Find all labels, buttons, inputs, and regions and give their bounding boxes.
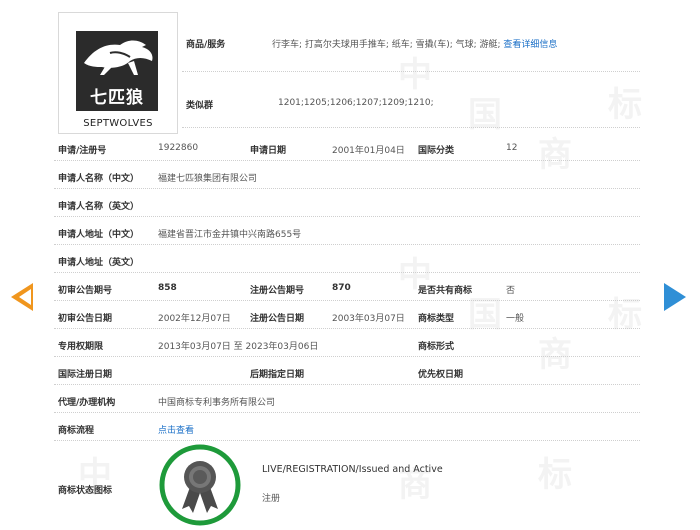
intl-reg-date-label: 国际注册日期 bbox=[58, 370, 113, 380]
prelim-no-label: 初审公告期号 bbox=[58, 286, 113, 296]
similar-group-value: 1201;1205;1206;1207;1209;1210; bbox=[278, 98, 434, 108]
goods-label: 商品/服务 bbox=[186, 40, 226, 50]
applicant-en-label: 申请人名称（英文） bbox=[58, 202, 140, 212]
applicant-cn-value: 福建七匹狼集团有限公司 bbox=[158, 174, 258, 184]
applicant-cn-label: 申请人名称（中文） bbox=[58, 174, 140, 184]
divider bbox=[54, 328, 640, 329]
wolf-icon bbox=[84, 40, 153, 75]
divider bbox=[54, 300, 640, 301]
reg-notice-no-label: 注册公告期号 bbox=[250, 286, 305, 296]
divider bbox=[182, 71, 640, 72]
status-en: LIVE/REGISTRATION/Issued and Active bbox=[262, 464, 443, 475]
divider bbox=[54, 216, 640, 217]
status-cn: 注册 bbox=[262, 494, 281, 504]
shared-label: 是否共有商标 bbox=[418, 286, 473, 296]
shared-value: 否 bbox=[506, 286, 516, 296]
reg-no-value: 1922860 bbox=[158, 143, 199, 153]
logo-mark: 七匹狼 bbox=[76, 31, 158, 111]
trademark-logo: 七匹狼 SEPTWOLVES bbox=[58, 12, 178, 134]
address-en-label: 申请人地址（英文） bbox=[58, 258, 140, 268]
process-label: 商标流程 bbox=[58, 426, 95, 436]
exclusive-period-value: 2013年03月07日 至 2023年03月06日 bbox=[158, 342, 319, 352]
divider bbox=[54, 272, 640, 273]
process-link[interactable]: 点击查看 bbox=[158, 423, 194, 436]
similar-group-label: 类似群 bbox=[186, 101, 214, 111]
prelim-date-label: 初审公告日期 bbox=[58, 314, 113, 324]
mark-form-label: 商标形式 bbox=[418, 342, 455, 352]
logo-text-en: SEPTWOLVES bbox=[83, 118, 153, 129]
logo-text-cn: 七匹狼 bbox=[90, 88, 144, 108]
view-details-link[interactable]: 查看详细信息 bbox=[503, 40, 557, 50]
status-icon-label: 商标状态图标 bbox=[58, 486, 113, 496]
divider bbox=[182, 127, 640, 128]
prelim-date-value: 2002年12月07日 bbox=[158, 314, 231, 324]
divider bbox=[54, 440, 640, 441]
reg-notice-date-value: 2003年03月07日 bbox=[332, 314, 405, 324]
divider bbox=[54, 356, 640, 357]
reg-notice-no-value: 870 bbox=[332, 283, 351, 293]
divider bbox=[54, 188, 640, 189]
agent-label: 代理/办理机构 bbox=[58, 398, 116, 408]
reg-notice-date-label: 注册公告日期 bbox=[250, 314, 305, 324]
reg-no-label: 申请/注册号 bbox=[58, 146, 107, 156]
mark-type-label: 商标类型 bbox=[418, 314, 455, 324]
later-date-label: 后期指定日期 bbox=[250, 370, 305, 380]
trademark-detail: 七匹狼 SEPTWOLVES 商品/服务 行李车; 打高尔夫球用手推车; 纸车;… bbox=[0, 0, 700, 529]
divider bbox=[54, 412, 640, 413]
apply-date-value: 2001年01月04日 bbox=[332, 146, 405, 156]
status-badge bbox=[159, 443, 241, 527]
address-cn-label: 申请人地址（中文） bbox=[58, 230, 140, 240]
goods-value: 行李车; 打高尔夫球用手推车; 纸车; 雪撬(车); 气球; 游艇; 查看详细信… bbox=[272, 40, 558, 50]
intl-class-value: 12 bbox=[506, 143, 518, 153]
address-cn-value: 福建省晋江市金井镇中兴南路655号 bbox=[158, 230, 302, 240]
prelim-no-value: 858 bbox=[158, 283, 177, 293]
next-button[interactable] bbox=[664, 283, 686, 311]
apply-date-label: 申请日期 bbox=[250, 146, 287, 156]
prev-button[interactable] bbox=[11, 283, 33, 311]
ribbon-badge-icon bbox=[159, 444, 241, 526]
mark-type-value: 一般 bbox=[506, 314, 525, 324]
intl-class-label: 国际分类 bbox=[418, 146, 455, 156]
divider bbox=[54, 384, 640, 385]
agent-value: 中国商标专利事务所有限公司 bbox=[158, 398, 276, 408]
exclusive-period-label: 专用权期限 bbox=[58, 342, 104, 352]
divider bbox=[54, 244, 640, 245]
divider bbox=[54, 160, 640, 161]
priority-date-label: 优先权日期 bbox=[418, 370, 464, 380]
